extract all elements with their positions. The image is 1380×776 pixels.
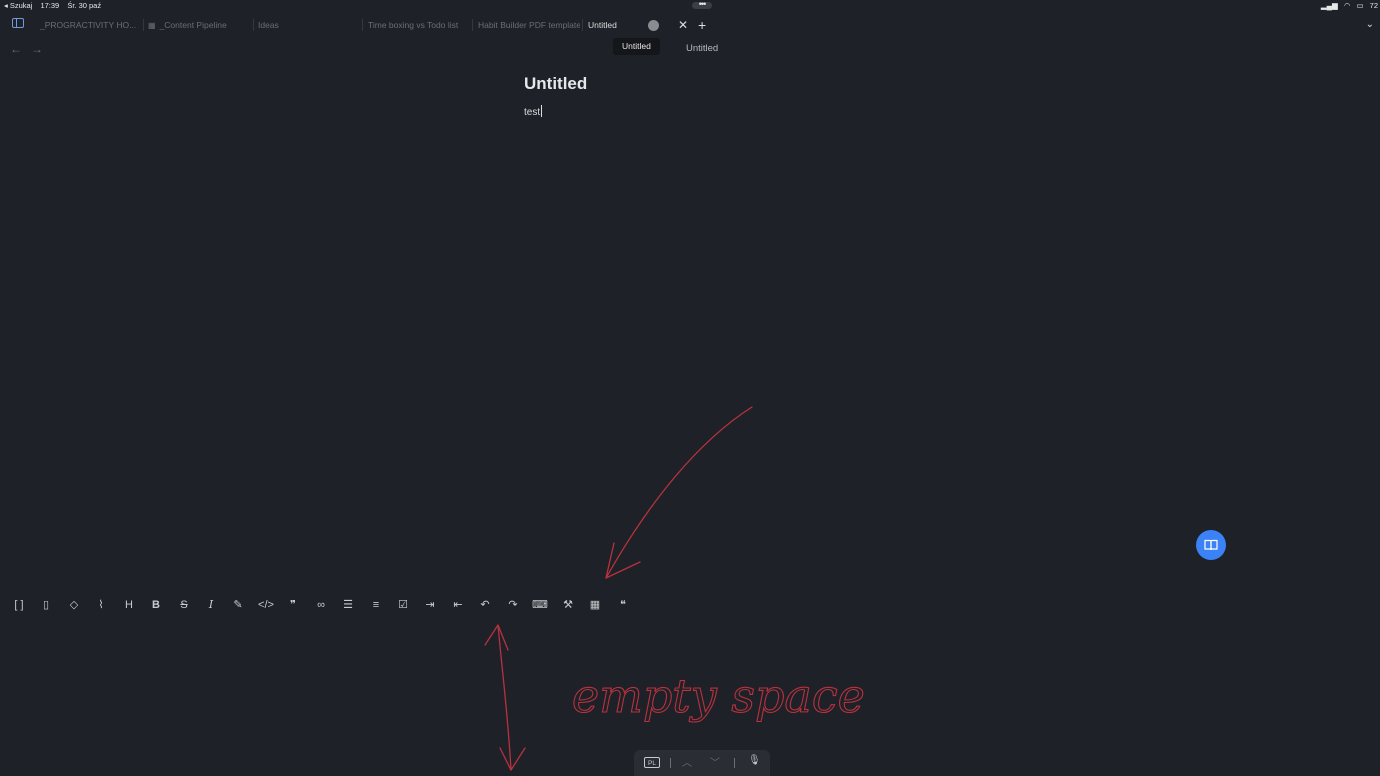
reading-mode-button[interactable] xyxy=(1196,530,1226,560)
tab-tooltip: Untitled xyxy=(613,38,660,55)
divider xyxy=(734,758,735,768)
checklist-icon[interactable]: ☑ xyxy=(394,596,412,614)
close-tab-icon[interactable]: ✕ xyxy=(678,14,688,36)
tab-label: Ideas xyxy=(258,20,279,30)
wifi-icon: ◠ xyxy=(1343,1,1351,10)
signal-icon: ▂▄▆ xyxy=(1320,1,1338,10)
hide-keyboard-icon[interactable]: ⌨ xyxy=(531,596,549,614)
battery-percent: 72 xyxy=(1369,1,1378,10)
tab-label: _Content Pipeline xyxy=(159,20,227,30)
tab-time-boxing[interactable]: Time boxing vs Todo list xyxy=(368,14,468,36)
chevron-down-icon[interactable]: ﹀ xyxy=(710,754,720,769)
status-bar: ◂ Szukaj 17:39 Śr. 30 paź ••• ▂▄▆ ◠ ▭ 72 xyxy=(0,0,1380,12)
italic-icon[interactable]: I xyxy=(202,596,220,614)
new-tab-button[interactable]: + xyxy=(698,14,706,36)
code-icon[interactable]: </> xyxy=(257,596,275,614)
tab-label: Untitled xyxy=(588,20,617,30)
highlight-icon[interactable]: ✎ xyxy=(229,596,247,614)
chevron-down-icon[interactable]: ⌄ xyxy=(1366,14,1374,36)
keyboard-accessory-bar: PL ︿ ﹀ 🎙 xyxy=(634,750,770,776)
tab-separator xyxy=(253,19,254,31)
wikilink-icon[interactable]: [ ] xyxy=(10,596,28,614)
tag-icon[interactable]: ◇ xyxy=(65,596,83,614)
tab-label: Habit Builder PDF template xyxy=(478,20,580,30)
sidebar-toggle-icon[interactable] xyxy=(12,18,24,28)
multitasking-dots-icon[interactable]: ••• xyxy=(692,0,712,9)
tab-habit-builder[interactable]: Habit Builder PDF template xyxy=(478,14,580,36)
bullet-list-icon[interactable]: ☰ xyxy=(339,596,357,614)
tab-label: Time boxing vs Todo list xyxy=(368,20,459,30)
quote-icon[interactable]: ❞ xyxy=(284,596,302,614)
book-open-icon xyxy=(1204,539,1218,551)
view-header-title[interactable]: Untitled xyxy=(686,43,718,54)
note-editor[interactable]: test xyxy=(524,105,542,118)
chevron-up-icon[interactable]: ︿ xyxy=(682,754,692,769)
double-arrow-shaft xyxy=(497,624,512,771)
outdent-icon[interactable]: ⇤ xyxy=(449,596,467,614)
annotation-text: empty space xyxy=(572,669,865,723)
note-title[interactable]: Untitled xyxy=(524,74,587,94)
bold-icon[interactable]: B xyxy=(147,596,165,614)
handwritten-annotation: empty space xyxy=(484,406,865,771)
unsaved-dot-icon xyxy=(648,20,659,31)
arrow-head xyxy=(605,542,641,579)
tab-untitled[interactable]: Untitled xyxy=(588,14,648,36)
double-arrow-head-bottom xyxy=(499,747,526,771)
heading-icon[interactable]: H xyxy=(120,596,138,614)
tab-separator xyxy=(472,19,473,31)
blockquote-icon[interactable]: ❝ xyxy=(614,596,632,614)
tab-content-pipeline[interactable]: ▦ _Content Pipeline xyxy=(148,14,252,36)
keyboard-language-button[interactable]: PL xyxy=(644,757,660,768)
back-arrow-icon[interactable]: ← xyxy=(10,42,22,56)
table-icon[interactable]: ▦ xyxy=(586,596,604,614)
tab-progractivity-home[interactable]: _PROGRACTIVITY HO...⚲ xyxy=(40,14,144,36)
strikethrough-icon[interactable]: S xyxy=(175,596,193,614)
mobile-toolbar: [ ] ▯ ◇ ⌇ H B S I ✎ </> ❞ ∞ ☰ ≡ ☑ ⇥ ⇤ ↶ … xyxy=(0,594,660,616)
tab-separator xyxy=(143,19,144,31)
tab-separator xyxy=(582,19,583,31)
divider xyxy=(670,758,671,768)
numbered-list-icon[interactable]: ≡ xyxy=(367,596,385,614)
tab-separator xyxy=(362,19,363,31)
redo-icon[interactable]: ↷ xyxy=(504,596,522,614)
double-arrow-head-top xyxy=(484,624,509,651)
status-date: Śr. 30 paź xyxy=(67,1,102,10)
undo-icon[interactable]: ↶ xyxy=(476,596,494,614)
forward-arrow-icon[interactable]: → xyxy=(31,42,43,56)
back-to-app-link[interactable]: ◂ Szukaj xyxy=(4,1,32,10)
indent-icon[interactable]: ⇥ xyxy=(421,596,439,614)
tab-label: _PROGRACTIVITY HO... xyxy=(40,20,137,30)
settings-icon[interactable]: ⚒ xyxy=(559,596,577,614)
attachment-icon[interactable]: ⌇ xyxy=(92,596,110,614)
status-time: 17:39 xyxy=(40,1,60,10)
file-icon[interactable]: ▯ xyxy=(37,596,55,614)
canvas-icon: ▦ xyxy=(148,21,156,30)
screen-mirror-icon: ▭ xyxy=(1356,1,1364,10)
arrow-shaft xyxy=(605,406,753,579)
link-icon[interactable]: ∞ xyxy=(312,596,330,614)
tab-ideas[interactable]: Ideas xyxy=(258,14,358,36)
microphone-icon[interactable]: 🎙 xyxy=(748,755,761,766)
tab-bar: _PROGRACTIVITY HO...⚲ ▦_Content Pipeline… xyxy=(0,14,1380,36)
